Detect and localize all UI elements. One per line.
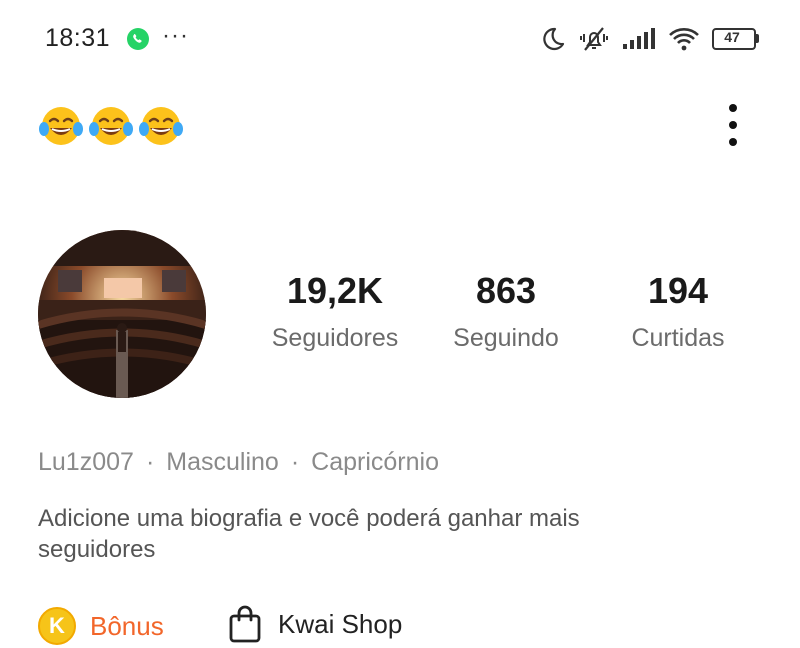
followers-stat[interactable]: 19,2K Seguidores xyxy=(253,270,417,354)
likes-label: Curtidas xyxy=(631,324,725,352)
gender: Masculino xyxy=(166,448,279,476)
tears-of-joy-emoji-icon xyxy=(89,107,133,145)
tears-of-joy-emoji-icon xyxy=(39,107,83,145)
followers-count: 19,2K xyxy=(286,270,384,311)
battery-icon: 47 xyxy=(712,28,759,50)
moon-icon xyxy=(543,27,565,51)
coin-icon: K xyxy=(38,607,76,645)
bio-prompt[interactable]: Adicione uma biografia e você poderá gan… xyxy=(38,503,678,565)
status-bar: 18:31 ··· 47 xyxy=(0,0,800,78)
battery-level: 47 xyxy=(724,29,740,45)
profile-name-emoji xyxy=(38,103,184,149)
status-time: 18:31 xyxy=(45,24,111,52)
following-label: Seguindo xyxy=(453,324,559,352)
tears-of-joy-emoji-icon xyxy=(139,107,183,145)
status-icons: 47 xyxy=(540,24,759,54)
username: Lu1z007 xyxy=(38,448,134,476)
following-count: 863 xyxy=(475,270,537,311)
meta-separator: · xyxy=(290,448,300,476)
vibrate-off-icon xyxy=(580,27,608,51)
meta-separator: · xyxy=(145,448,155,476)
shopping-bag-icon xyxy=(229,605,261,643)
likes-count: 194 xyxy=(647,270,709,311)
wifi-icon xyxy=(669,28,699,51)
signal-icon xyxy=(623,28,655,49)
bonus-label: Bônus xyxy=(90,610,164,641)
likes-stat[interactable]: 194 Curtidas xyxy=(612,270,744,354)
followers-label: Seguidores xyxy=(271,324,399,352)
zodiac-sign: Capricórnio xyxy=(311,448,439,476)
kebab-menu-icon[interactable] xyxy=(720,100,746,150)
status-more-indicator: ··· xyxy=(162,22,189,49)
kwai-shop-button[interactable]: Kwai Shop xyxy=(228,605,402,643)
avatar[interactable] xyxy=(38,230,206,398)
bonus-button[interactable]: K Bônus xyxy=(38,607,164,645)
whatsapp-icon xyxy=(127,28,149,50)
coin-letter: K xyxy=(49,613,65,638)
profile-meta: Lu1z007 · Masculino · Capricórnio xyxy=(38,448,439,477)
following-stat[interactable]: 863 Seguindo xyxy=(438,270,574,354)
kwai-shop-label: Kwai Shop xyxy=(278,608,403,639)
